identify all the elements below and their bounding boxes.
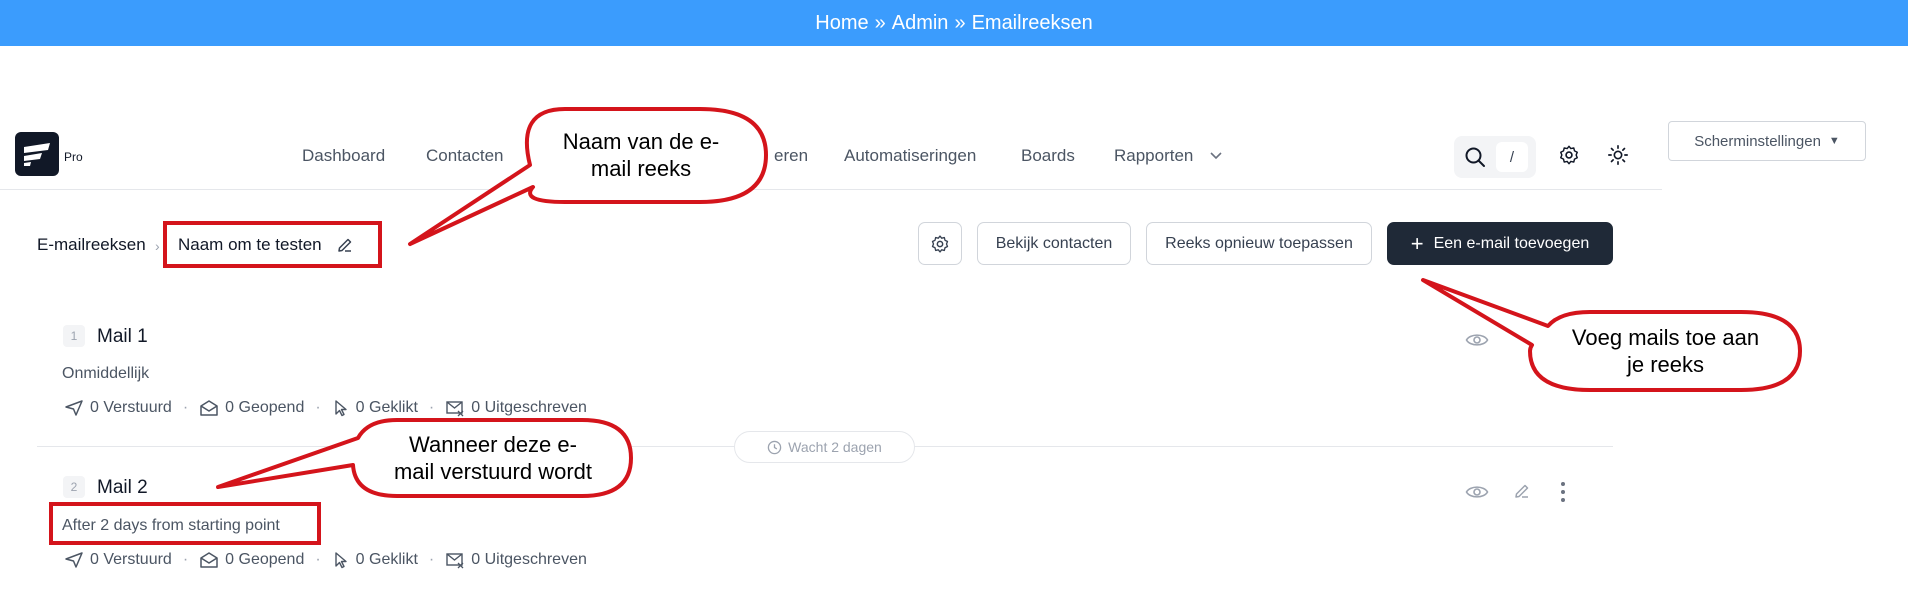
callout-line: mail reeks — [590, 156, 692, 181]
annotation-callouts — [216, 107, 1802, 498]
callout-name-text: Naam van de e- mail reeks — [531, 128, 751, 182]
callout-line: Wanneer deze e- — [409, 432, 577, 457]
callout-when-text: Wanneer deze e- mail verstuurd wordt — [358, 431, 628, 485]
callout-line: Naam van de e- — [562, 129, 720, 154]
callout-line: mail verstuurd wordt — [393, 459, 593, 484]
callout-add-text: Voeg mails toe aan je reeks — [1533, 324, 1798, 378]
callout-line: Voeg mails toe aan — [1571, 325, 1760, 350]
callout-line: je reeks — [1626, 352, 1705, 377]
